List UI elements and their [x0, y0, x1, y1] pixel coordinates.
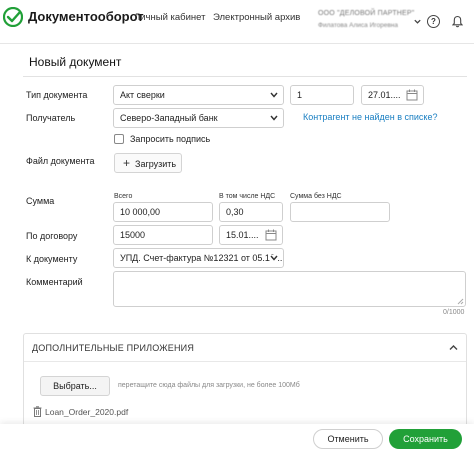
total-label: Всего [114, 193, 133, 200]
no-vat-label: Сумма без НДС [290, 193, 342, 200]
doc-type-select[interactable]: Акт сверки [113, 85, 284, 105]
upload-button[interactable]: + Загрузить [114, 153, 182, 173]
chevron-down-icon [270, 115, 278, 121]
chevron-down-icon [270, 255, 278, 261]
comment-label: Комментарий [26, 277, 83, 287]
brand-title[interactable]: Документооборот [28, 9, 144, 24]
organization-name[interactable]: ООО "ДЕЛОВОЙ ПАРТНЕР" [318, 10, 414, 17]
attachments-panel-header[interactable]: ДОПОЛНИТЕЛЬНЫЕ ПРИЛОЖЕНИЯ [24, 334, 466, 362]
chevron-down-icon [270, 92, 278, 98]
resize-grip-icon[interactable] [457, 298, 464, 305]
contract-input[interactable]: 15000 [113, 225, 213, 245]
to-document-select[interactable]: УПД. Счет-фактура №12321 от 05.12.... [113, 248, 284, 268]
trash-icon[interactable] [33, 406, 42, 417]
vat-input[interactable]: 0,30 [219, 202, 283, 222]
vat-label: В том числе НДС [219, 193, 276, 200]
no-vat-input[interactable] [290, 202, 390, 222]
page-title: Новый документ [29, 55, 122, 69]
recipient-label: Получатель [26, 113, 76, 123]
user-name[interactable]: Филатова Алиса Игоревна [318, 22, 398, 29]
amount-label: Сумма [26, 196, 55, 206]
cancel-button[interactable]: Отменить [313, 429, 383, 449]
doc-number-input[interactable]: 1 [290, 85, 354, 105]
counterparty-not-found-link[interactable]: Контрагент не найден в списке? [303, 112, 437, 122]
doc-type-value: Акт сверки [120, 90, 165, 100]
attachments-title: ДОПОЛНИТЕЛЬНЫЕ ПРИЛОЖЕНИЯ [32, 343, 195, 353]
request-signature-checkbox[interactable] [114, 134, 124, 144]
recipient-select[interactable]: Северо-Западный банк [113, 108, 284, 128]
recipient-value: Северо-Западный банк [120, 113, 218, 123]
calendar-icon[interactable] [406, 89, 418, 101]
help-icon[interactable]: ? [427, 15, 440, 28]
chevron-up-icon[interactable] [449, 344, 458, 351]
contract-date-input[interactable]: 15.01.... [219, 225, 283, 245]
total-input[interactable]: 10 000,00 [113, 202, 213, 222]
sber-logo-icon [3, 7, 23, 27]
top-bar: Документооборот Личный кабинет Электронн… [0, 0, 474, 44]
to-document-label: К документу [26, 254, 78, 264]
footer-bar: Отменить Сохранить [0, 424, 474, 454]
plus-icon: + [123, 156, 131, 170]
request-signature-label[interactable]: Запросить подпись [130, 134, 210, 144]
attachment-file-name[interactable]: Loan_Order_2020.pdf [45, 407, 128, 417]
chevron-down-icon[interactable] [413, 17, 422, 26]
nav-personal-cabinet[interactable]: Личный кабинет [134, 12, 205, 23]
bell-icon[interactable] [452, 15, 463, 28]
calendar-icon[interactable] [265, 229, 277, 241]
nav-electronic-archive[interactable]: Электронный архив [213, 12, 300, 23]
contract-label: По договору [26, 231, 78, 241]
drop-hint: перетащите сюда файлы для загрузки, не б… [118, 382, 300, 389]
doc-date-input[interactable]: 27.01.... [361, 85, 424, 105]
comment-counter: 0/1000 [443, 309, 465, 316]
save-button[interactable]: Сохранить [389, 429, 462, 449]
comment-textarea[interactable] [113, 271, 466, 307]
divider [23, 76, 467, 77]
file-label: Файл документа [26, 156, 95, 166]
doc-type-label: Тип документа [26, 90, 88, 100]
choose-files-button[interactable]: Выбрать... [40, 376, 110, 396]
